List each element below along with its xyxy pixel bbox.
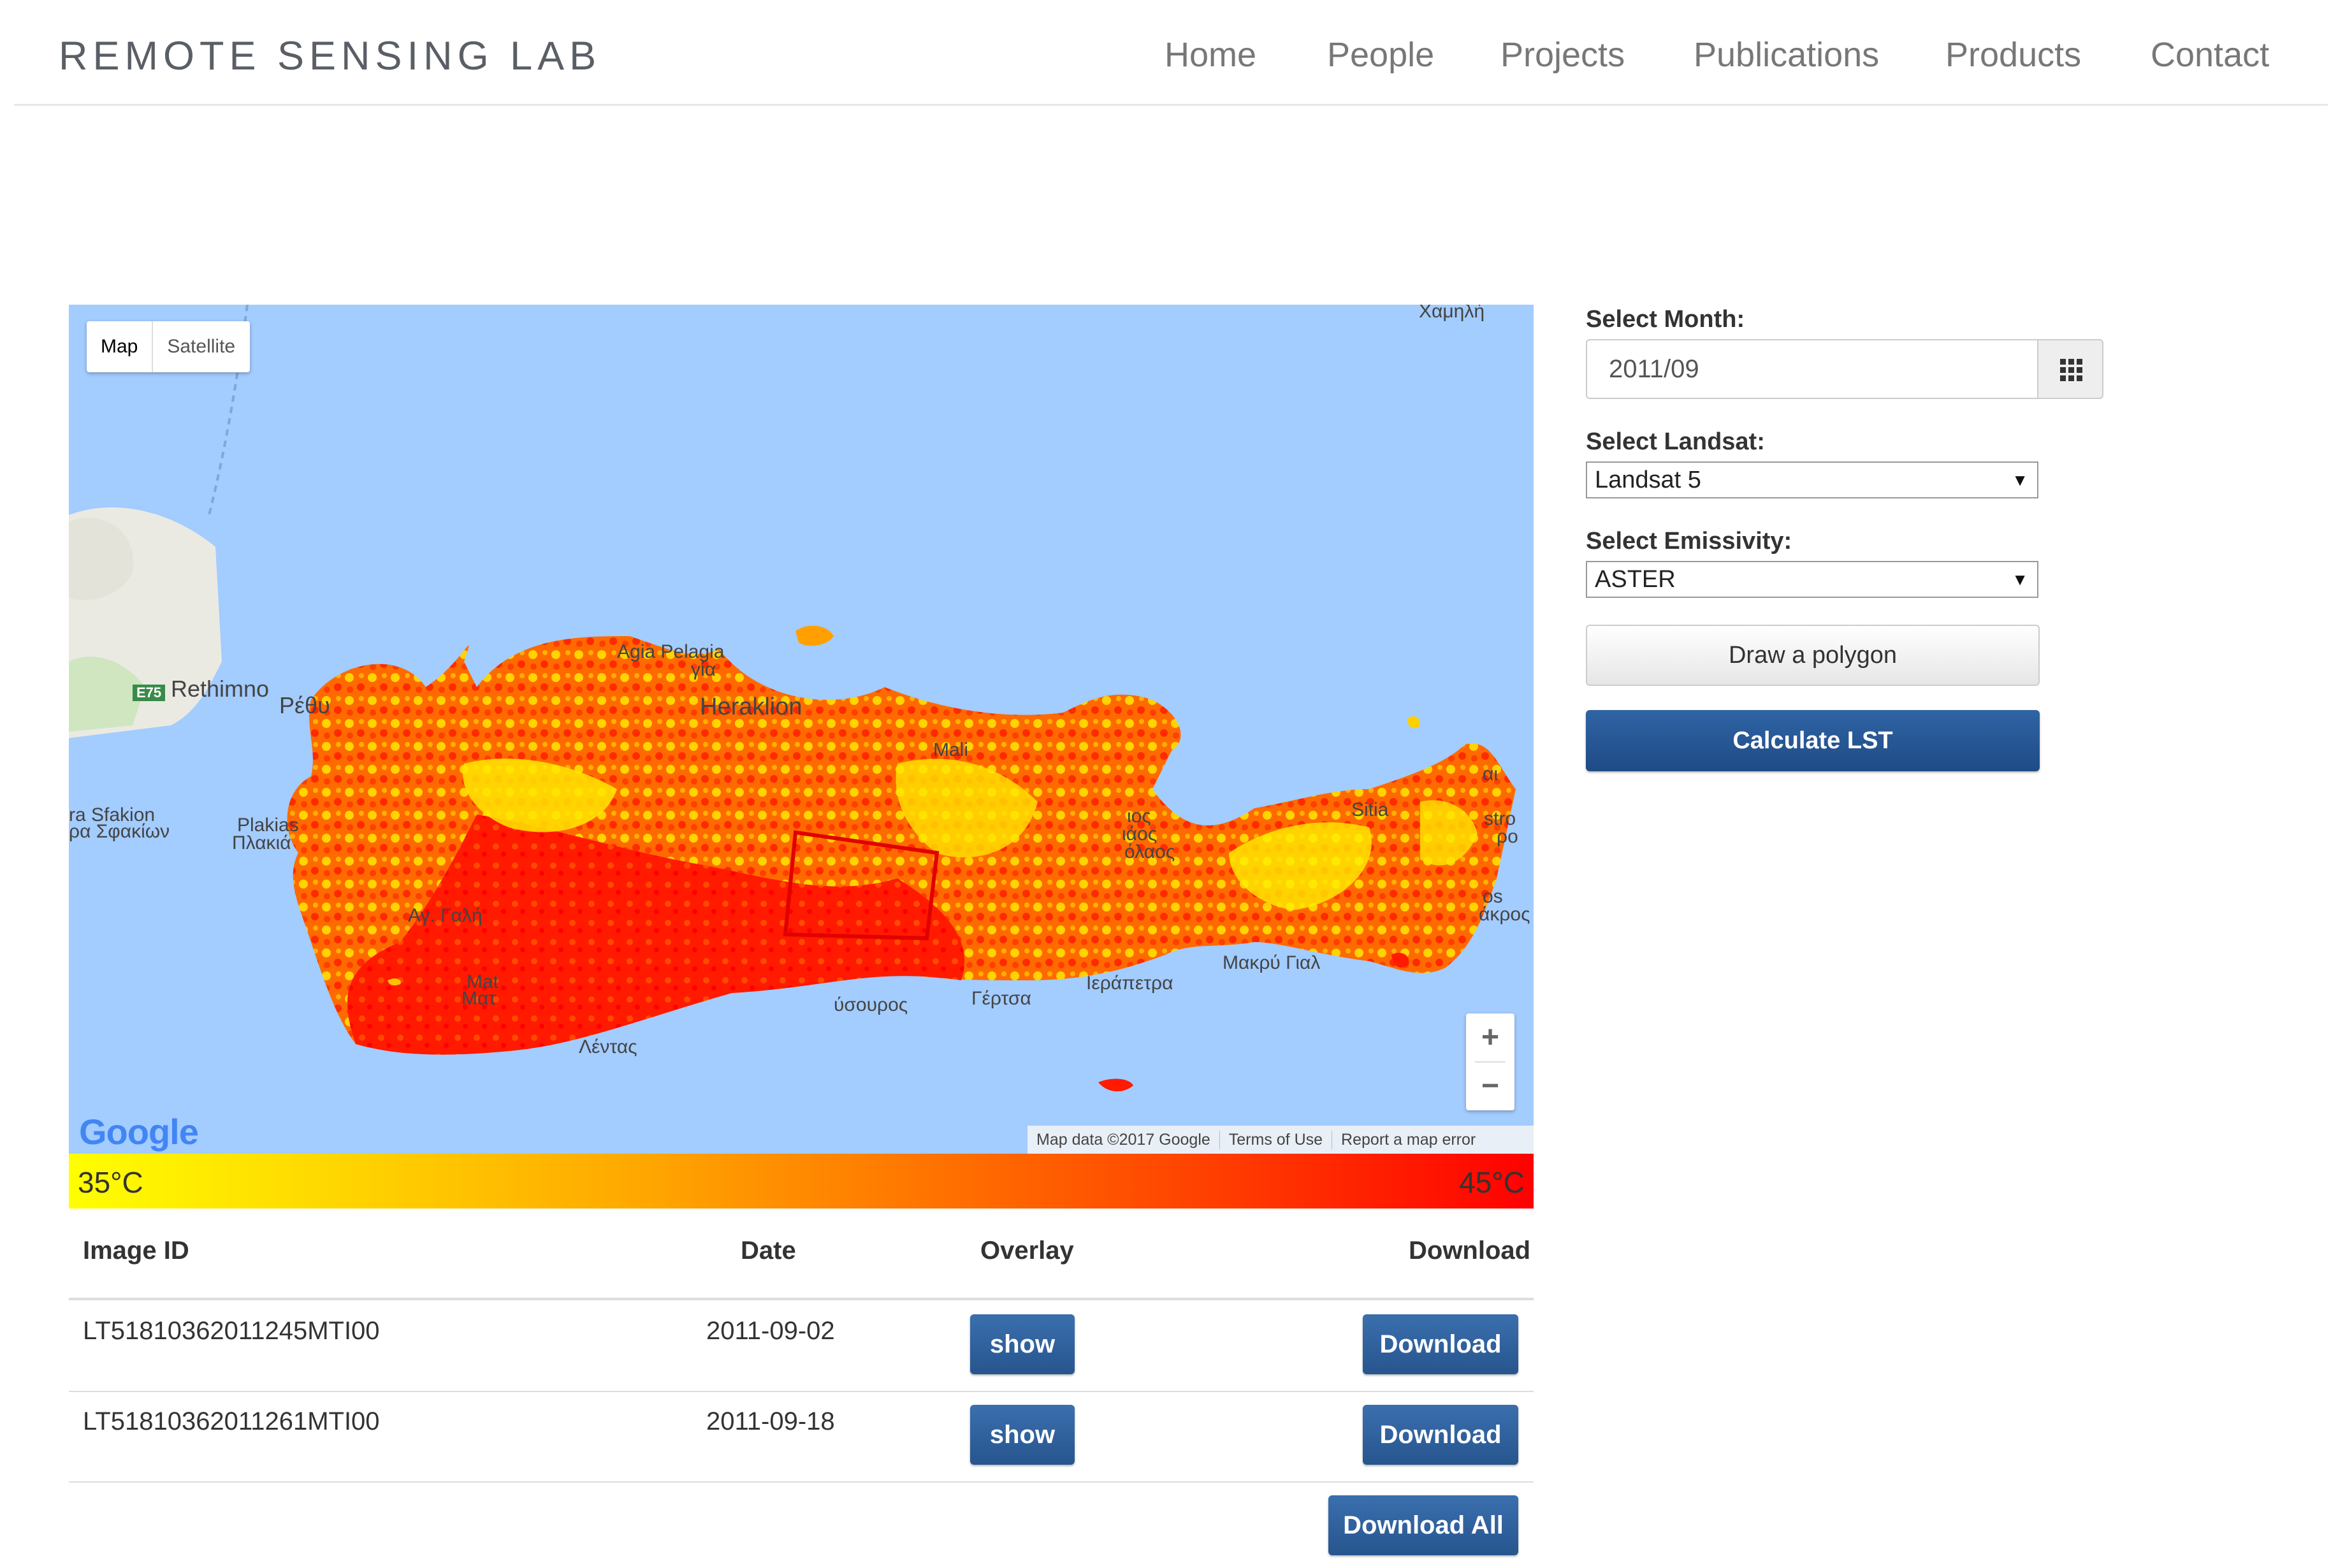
- col-header-image-id: Image ID: [83, 1237, 189, 1265]
- label-malia: Mali: [933, 739, 969, 760]
- month-picker-button[interactable]: [2037, 339, 2103, 399]
- landsat-label: Select Landsat:: [1586, 428, 1765, 455]
- google-logo-text: Google: [79, 1112, 199, 1152]
- emissivity-select-value: ASTER: [1595, 566, 1676, 593]
- label-rethimno-gr: Ρέθυ: [279, 692, 330, 718]
- map-attribution: Map data ©2017 Google Terms of Use Repor…: [1027, 1126, 1534, 1154]
- main-nav: Home People Projects Publications Produc…: [14, 35, 2328, 80]
- emissivity-select[interactable]: ASTER ▼: [1586, 561, 2038, 598]
- map-type-control: Map Satellite: [87, 321, 250, 372]
- zoom-divider: [1475, 1061, 1506, 1063]
- map-graphics: [69, 305, 1516, 1092]
- temperature-legend: 35°C 45°C: [69, 1154, 1534, 1209]
- zoom-out-button[interactable]: −: [1466, 1062, 1514, 1110]
- download-button[interactable]: Download: [1363, 1405, 1518, 1465]
- landsat-select[interactable]: Landsat 5 ▼: [1586, 461, 2038, 498]
- nav-people[interactable]: People: [1327, 35, 1434, 75]
- label-palekastro-gr: ρο: [1497, 826, 1518, 847]
- map-type-map-button[interactable]: Map: [87, 321, 152, 372]
- show-overlay-button[interactable]: show: [970, 1314, 1075, 1374]
- map-type-satellite-button[interactable]: Satellite: [152, 321, 249, 372]
- label-agia-galini: Αγ. Γαλή: [408, 905, 483, 926]
- google-logo[interactable]: Google: [79, 1111, 199, 1152]
- label-ierapetra: Ιεράπετρα: [1086, 973, 1173, 994]
- nav-contact[interactable]: Contact: [2151, 35, 2269, 75]
- nav-products[interactable]: Products: [1945, 35, 2081, 75]
- download-button[interactable]: Download: [1363, 1314, 1518, 1374]
- map-data-credit: Map data ©2017 Google: [1036, 1130, 1210, 1149]
- col-header-download: Download: [1409, 1237, 1531, 1265]
- nav-home[interactable]: Home: [1165, 35, 1256, 75]
- label-lentas: Λέντας: [579, 1036, 637, 1057]
- report-map-error-link[interactable]: Report a map error: [1332, 1130, 1485, 1149]
- label-agios-nikolaos-gr2: όλαος: [1124, 841, 1175, 862]
- zoom-control: + −: [1466, 1013, 1514, 1110]
- calculate-lst-button[interactable]: Calculate LST: [1586, 710, 2040, 771]
- label-heraklion: Heraklion: [700, 693, 802, 720]
- zoom-in-button[interactable]: +: [1466, 1013, 1514, 1062]
- label-rethimno: Rethimno: [171, 676, 270, 702]
- show-overlay-button[interactable]: show: [970, 1405, 1075, 1465]
- top-navbar: REMOTE SENSING LAB Home People Projects …: [14, 0, 2328, 106]
- month-input[interactable]: 2011/09: [1586, 339, 2038, 399]
- month-label: Select Month:: [1586, 306, 1745, 333]
- nav-projects[interactable]: Projects: [1500, 35, 1625, 75]
- islet-1: [795, 625, 834, 646]
- label-tsoutsouros: ύσουρος: [834, 994, 908, 1015]
- download-all-button[interactable]: Download All: [1328, 1495, 1518, 1555]
- row-divider: [69, 1391, 1534, 1392]
- terms-of-use-link[interactable]: Terms of Use: [1219, 1130, 1332, 1149]
- label-gertas: Γέρτσα: [971, 988, 1031, 1009]
- legend-min-label: 35°C: [78, 1166, 143, 1199]
- islet-3: [1098, 1078, 1133, 1092]
- legend-max-label: 45°C: [1459, 1166, 1525, 1199]
- islet-4: [1407, 716, 1420, 729]
- row-date: 2011-09-02: [706, 1317, 835, 1345]
- label-sfakion-gr: ρα Σφακίων: [69, 821, 170, 842]
- label-kato: αι: [1483, 764, 1499, 785]
- label-agia-pelagia-gr: γία: [691, 659, 716, 680]
- label-sitia: Sitia: [1351, 799, 1389, 820]
- table-header-divider: [69, 1298, 1534, 1300]
- landsat-select-value: Landsat 5: [1595, 467, 1701, 493]
- calendar-grid-icon: [2060, 359, 2082, 381]
- dropdown-arrow-icon: ▼: [2012, 470, 2028, 490]
- nav-publications[interactable]: Publications: [1694, 35, 1879, 75]
- label-plakias-gr: Πλακιά: [232, 832, 291, 853]
- col-header-overlay: Overlay: [980, 1237, 1074, 1265]
- draw-polygon-button[interactable]: Draw a polygon: [1586, 625, 2040, 686]
- road-shield-e75: E75: [133, 685, 166, 701]
- dropdown-arrow-icon: ▼: [2012, 570, 2028, 589]
- label-matala-gr: Ματ: [461, 988, 497, 1009]
- label-zakros-gr: άκρος: [1479, 904, 1530, 925]
- row-divider: [69, 1481, 1534, 1483]
- emissivity-label: Select Emissivity:: [1586, 528, 1792, 555]
- map-canvas[interactable]: Map Satellite Rethimno Ρέθυ Heraklion Ag…: [69, 305, 1534, 1154]
- label-chamili: Χαμηλή: [1419, 305, 1485, 322]
- label-makry-gialos: Μακρύ Γιαλ: [1223, 952, 1321, 973]
- row-image-id: LT51810362011261MTI00: [83, 1407, 380, 1435]
- row-image-id: LT51810362011245MTI00: [83, 1317, 380, 1345]
- col-header-date: Date: [741, 1237, 796, 1265]
- row-date: 2011-09-18: [706, 1407, 835, 1435]
